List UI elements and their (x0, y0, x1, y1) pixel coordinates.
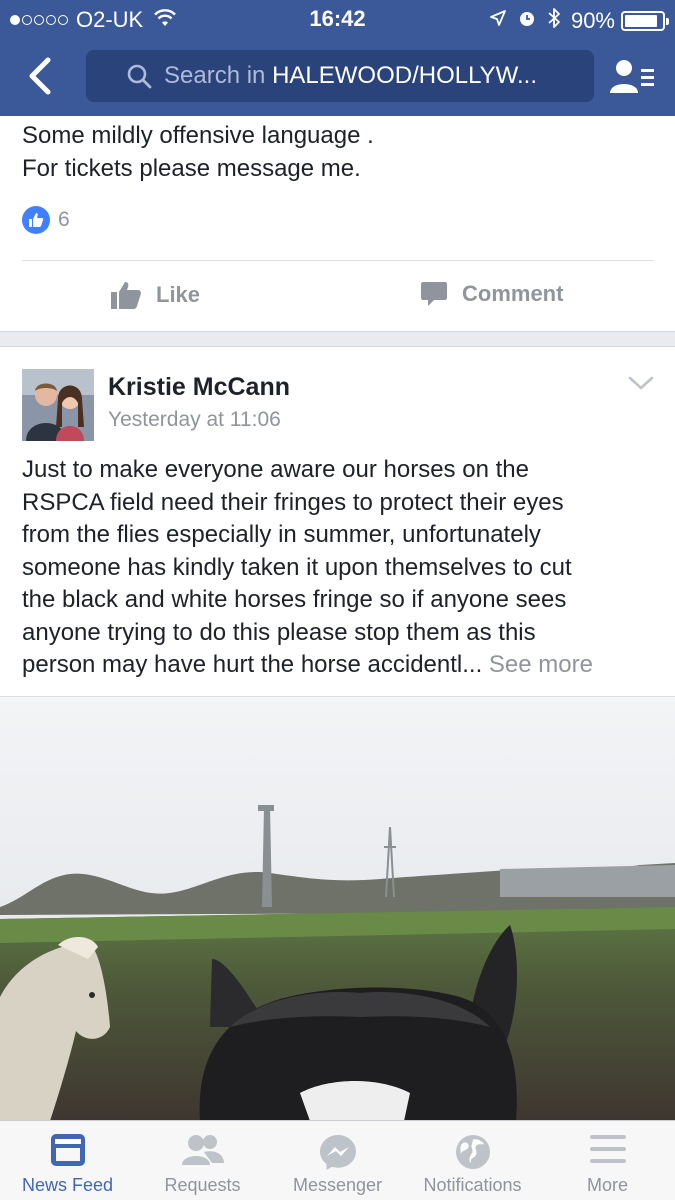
divider (22, 260, 654, 261)
tab-requests[interactable]: Requests (135, 1121, 270, 1200)
bluetooth-icon (547, 7, 561, 34)
reactions-summary[interactable]: 6 (22, 206, 70, 234)
battery-tip (666, 17, 669, 25)
post-text-line: Some mildly offensive language . (22, 122, 374, 149)
post-text-line: someone has kindly taken it upon themsel… (22, 553, 572, 581)
post-text-line: from the flies especially in summer, unf… (22, 521, 541, 548)
author-name[interactable]: Kristie McCann (108, 373, 290, 402)
friend-requests-icon (135, 1133, 270, 1167)
comment-bubble-icon (421, 282, 447, 306)
search-placeholder: Search in HALEWOOD/HOLLYW... (164, 62, 537, 90)
tab-news-feed[interactable]: News Feed (0, 1121, 135, 1200)
comment-button[interactable]: Comment (420, 280, 563, 308)
tab-label: Messenger (292, 1175, 383, 1195)
tab-more[interactable]: More (540, 1121, 675, 1200)
post-options-button[interactable] (628, 375, 654, 396)
search-prefix-text: Search in (164, 62, 273, 89)
globe-icon (405, 1133, 540, 1171)
hamburger-menu-icon (540, 1133, 675, 1165)
chevron-left-icon (29, 57, 51, 95)
like-reaction-icon (22, 206, 50, 234)
search-group-name: HALEWOOD/HOLLYW... (272, 62, 537, 89)
search-icon (126, 63, 152, 89)
tab-messenger[interactable]: Messenger (270, 1121, 405, 1200)
post-photo[interactable] (0, 697, 675, 1121)
post-text-line: Just to make everyone aware our horses o… (22, 456, 529, 483)
status-indicators: 90% (479, 7, 669, 34)
post-card-previous: Some mildly offensive language . For tic… (0, 116, 675, 332)
post-text-line-last: person may have hurt the horse accidentl… (22, 649, 593, 682)
like-button[interactable]: Like (110, 280, 200, 310)
see-more-link[interactable]: See more (489, 651, 593, 678)
battery-percent: 90% (570, 7, 615, 33)
comment-label: Comment (462, 281, 564, 306)
post-text-truncated: person may have hurt the horse accidentl… (22, 651, 489, 678)
tab-label: More (586, 1175, 628, 1195)
person-list-icon (610, 60, 654, 93)
news-feed-icon (0, 1133, 135, 1167)
tab-label: Notifications (423, 1175, 522, 1195)
battery-level-fill (625, 14, 658, 27)
bottom-tab-bar: News Feed Requests Messenger Notificatio… (0, 1120, 675, 1200)
like-count: 6 (58, 208, 70, 231)
post-text-line: anyone trying to do this please stop the… (22, 618, 536, 646)
group-search-input[interactable]: Search in HALEWOOD/HOLLYW... (86, 50, 594, 102)
tab-label: Requests (164, 1175, 241, 1195)
messenger-icon (270, 1133, 405, 1171)
status-bar: O2-UK 16:42 90% (0, 0, 675, 38)
author-avatar[interactable] (22, 369, 94, 441)
tab-notifications[interactable]: Notifications (405, 1121, 540, 1200)
post-body: Just to make everyone aware our horses o… (22, 454, 593, 682)
post-body: Some mildly offensive language . For tic… (22, 120, 374, 185)
post-text-line: RSPCA field need their fringes to protec… (22, 488, 564, 516)
chevron-down-icon (628, 376, 654, 390)
thumbs-up-icon (111, 282, 141, 309)
post-card: Kristie McCann Yesterday at 11:06 Just t… (0, 346, 675, 1121)
post-text-line: For tickets please message me. (22, 154, 361, 182)
post-text-line: the black and white horses fringe so if … (22, 586, 567, 613)
alarm-clock-icon (517, 8, 537, 33)
like-label: Like (156, 282, 201, 307)
post-timestamp[interactable]: Yesterday at 11:06 (108, 408, 281, 432)
location-arrow-icon (489, 9, 507, 32)
battery-icon (621, 10, 669, 31)
back-button[interactable] (14, 52, 66, 100)
group-members-button[interactable] (608, 54, 658, 100)
top-header: O2-UK 16:42 90% Search in HALEWOOD/HOLLY… (0, 0, 675, 116)
nav-row: Search in HALEWOOD/HOLLYW... (0, 38, 675, 116)
post-actions: Like Comment (0, 262, 675, 330)
tab-label: News Feed (21, 1175, 114, 1195)
